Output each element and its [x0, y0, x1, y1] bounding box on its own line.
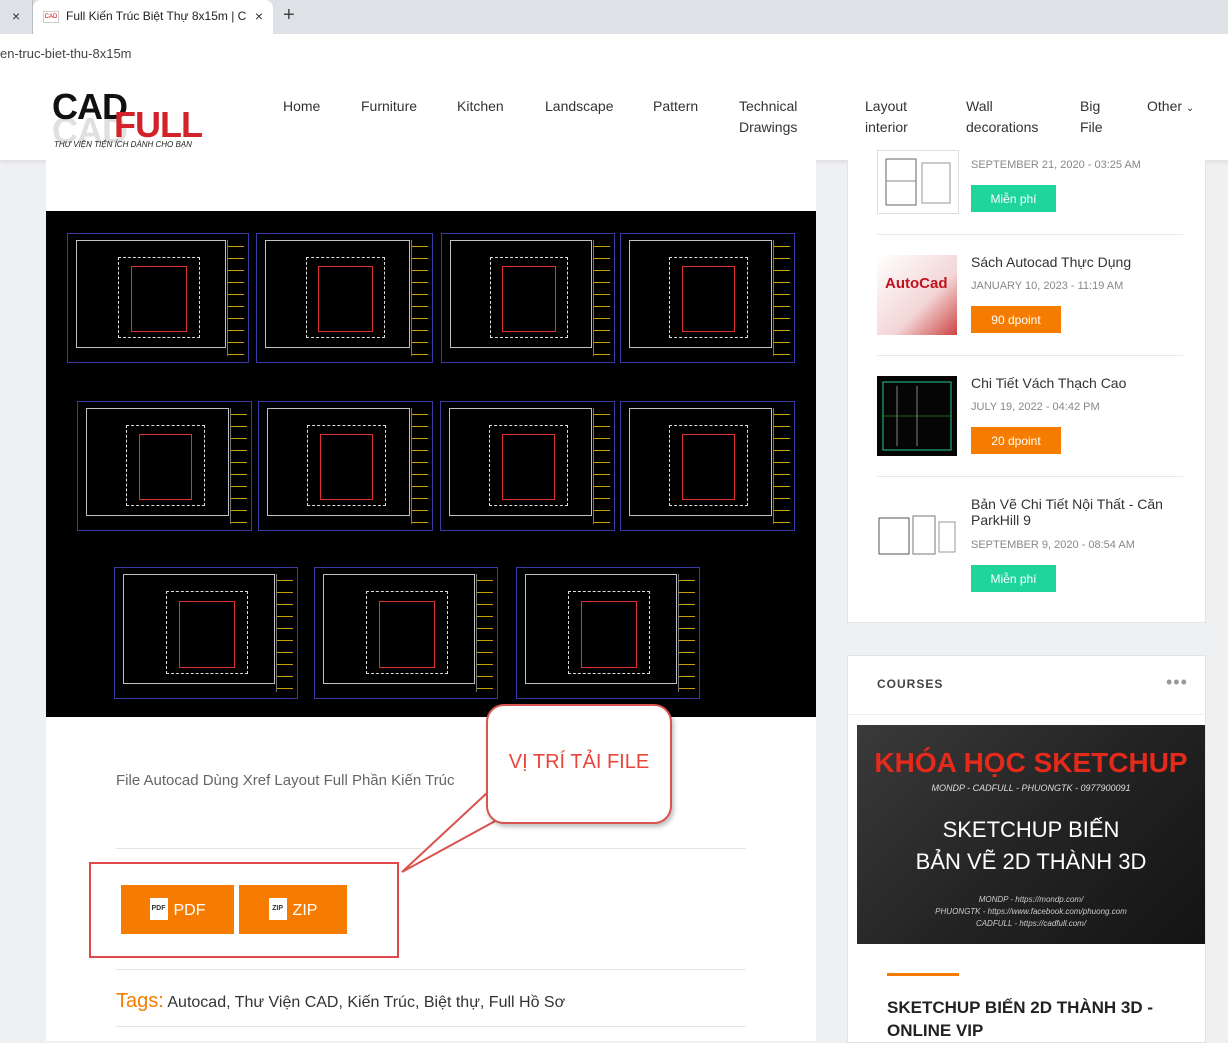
- favicon-icon: CAD: [43, 11, 59, 23]
- free-badge-button[interactable]: Miễn phí: [971, 185, 1056, 212]
- tags-label: Tags:: [116, 990, 164, 1012]
- site-logo[interactable]: CAD CAD FULL THƯ VIỆN TIỆN ÍCH DÀNH CHO …: [52, 82, 212, 154]
- close-icon[interactable]: ×: [12, 8, 20, 24]
- nav-wall-decorations[interactable]: Wall decorations: [966, 96, 1046, 138]
- drawing-sheet: [516, 567, 700, 699]
- nav-furniture[interactable]: Furniture: [361, 96, 417, 117]
- address-bar[interactable]: en-truc-biet-thu-8x15m: [0, 34, 1228, 73]
- tags-list[interactable]: Autocad, Thư Viện CAD, Kiến Trúc, Biệt t…: [167, 994, 565, 1011]
- article-intro: File Autocad Dùng Xref Layout Full Phần …: [116, 772, 455, 789]
- browser-tab-bar: × CAD Full Kiến Trúc Biệt Thự 8x15m | CA…: [0, 0, 1228, 34]
- close-icon[interactable]: ×: [255, 8, 263, 24]
- chevron-down-icon: ⌄: [1185, 103, 1195, 114]
- course-banner-title: KHÓA HỌC SKETCHUP: [874, 747, 1188, 778]
- course-banner-link: PHUONGTK - https://www.facebook.com/phuo…: [935, 907, 1127, 916]
- nav-big-file[interactable]: Big File: [1080, 96, 1110, 138]
- course-banner-image[interactable]: KHÓA HỌC SKETCHUP MONDP - CADFULL - PHUO…: [857, 725, 1205, 944]
- nav-landscape[interactable]: Landscape: [545, 96, 614, 117]
- course-banner-subtitle-2: BẢN VẼ 2D THÀNH 3D: [915, 849, 1147, 874]
- nav-other[interactable]: Other ⌄: [1147, 96, 1194, 119]
- drawing-sheet: [77, 401, 252, 531]
- courses-heading: COURSES: [877, 677, 944, 691]
- course-banner-link: MONDP - https://mondp.com/: [978, 895, 1084, 904]
- item-date: SEPTEMBER 9, 2020 - 08:54 AM: [971, 539, 1135, 551]
- new-tab-button[interactable]: +: [283, 4, 295, 27]
- item-thumbnail[interactable]: [877, 512, 957, 560]
- more-options-icon[interactable]: •••: [1166, 672, 1188, 693]
- drawing-sheet: [114, 567, 298, 699]
- drawing-sheet: [67, 233, 249, 363]
- nav-other-label: Other: [1147, 98, 1183, 114]
- drawing-sheet: [314, 567, 498, 699]
- drawing-thumb-icon: [882, 381, 952, 451]
- download-location-callout: VỊ TRÍ TẢI FILE: [486, 704, 672, 824]
- divider: [877, 476, 1183, 477]
- drawing-sheet: [620, 401, 795, 531]
- divider: [847, 714, 1204, 715]
- course-banner-link: CADFULL - https://cadfull.com/: [975, 919, 1087, 928]
- drawing-sheet: [258, 401, 433, 531]
- drawing-sheet: [440, 401, 615, 531]
- item-title[interactable]: Chi Tiết Vách Thạch Cao: [971, 375, 1181, 391]
- free-badge-button[interactable]: Miễn phí: [971, 565, 1056, 592]
- accent-bar: [887, 973, 959, 976]
- nav-layout-interior[interactable]: Layout interior: [865, 96, 925, 138]
- nav-technical-drawings[interactable]: Technical Drawings: [739, 96, 817, 138]
- logo-tagline: THƯ VIỆN TIỆN ÍCH DÀNH CHO BẠN: [54, 140, 192, 149]
- active-tab[interactable]: CAD Full Kiến Trúc Biệt Thự 8x15m | CAD …: [33, 0, 273, 34]
- callout-text: VỊ TRÍ TẢI FILE: [508, 751, 650, 773]
- url-text[interactable]: en-truc-biet-thu-8x15m: [0, 46, 132, 61]
- item-date: JANUARY 10, 2023 - 11:19 AM: [971, 280, 1124, 292]
- course-banner-authors: MONDP - CADFULL - PHUONGTK - 0977900091: [931, 783, 1131, 793]
- previous-tab[interactable]: ×: [0, 0, 33, 34]
- autocad-book-icon: AutoCad: [885, 275, 948, 292]
- tab-title: Full Kiến Trúc Biệt Thự 8x15m | CAD: [66, 9, 246, 23]
- cad-drawing-image[interactable]: [46, 211, 816, 717]
- divider: [877, 355, 1183, 356]
- divider: [116, 969, 746, 970]
- item-date: SEPTEMBER 21, 2020 - 03:25 AM: [971, 159, 1141, 171]
- article-tags: Tags: Autocad, Thư Viện CAD, Kiến Trúc, …: [116, 990, 565, 1013]
- item-title[interactable]: Bản Vẽ Chi Tiết Nội Thất - Căn ParkHill …: [971, 496, 1181, 528]
- drawing-sheet: [256, 233, 433, 363]
- item-thumbnail[interactable]: [877, 376, 957, 456]
- item-thumbnail[interactable]: AutoCad: [877, 255, 957, 335]
- item-thumbnail[interactable]: [877, 150, 959, 214]
- nav-home[interactable]: Home: [283, 96, 320, 117]
- drawing-thumb-icon: [878, 515, 956, 555]
- nav-pattern[interactable]: Pattern: [653, 96, 698, 117]
- nav-kitchen[interactable]: Kitchen: [457, 96, 504, 117]
- item-date: JULY 19, 2022 - 04:42 PM: [971, 401, 1100, 413]
- course-title[interactable]: SKETCHUP BIẾN 2D THÀNH 3D - ONLINE VIP: [887, 996, 1187, 1042]
- drawing-sheet: [620, 233, 795, 363]
- price-button[interactable]: 20 dpoint: [971, 427, 1061, 454]
- divider: [116, 1026, 746, 1027]
- item-title[interactable]: Sách Autocad Thực Dụng: [971, 254, 1181, 270]
- drawing-sheet: [441, 233, 615, 363]
- divider: [877, 234, 1183, 235]
- course-banner-subtitle-1: SKETCHUP BIẾN: [942, 817, 1120, 842]
- price-button[interactable]: 90 dpoint: [971, 306, 1061, 333]
- drawing-thumb-icon: [885, 158, 951, 206]
- site-header: CAD CAD FULL THƯ VIỆN TIỆN ÍCH DÀNH CHO …: [0, 72, 1228, 160]
- download-highlight-box: [89, 862, 399, 958]
